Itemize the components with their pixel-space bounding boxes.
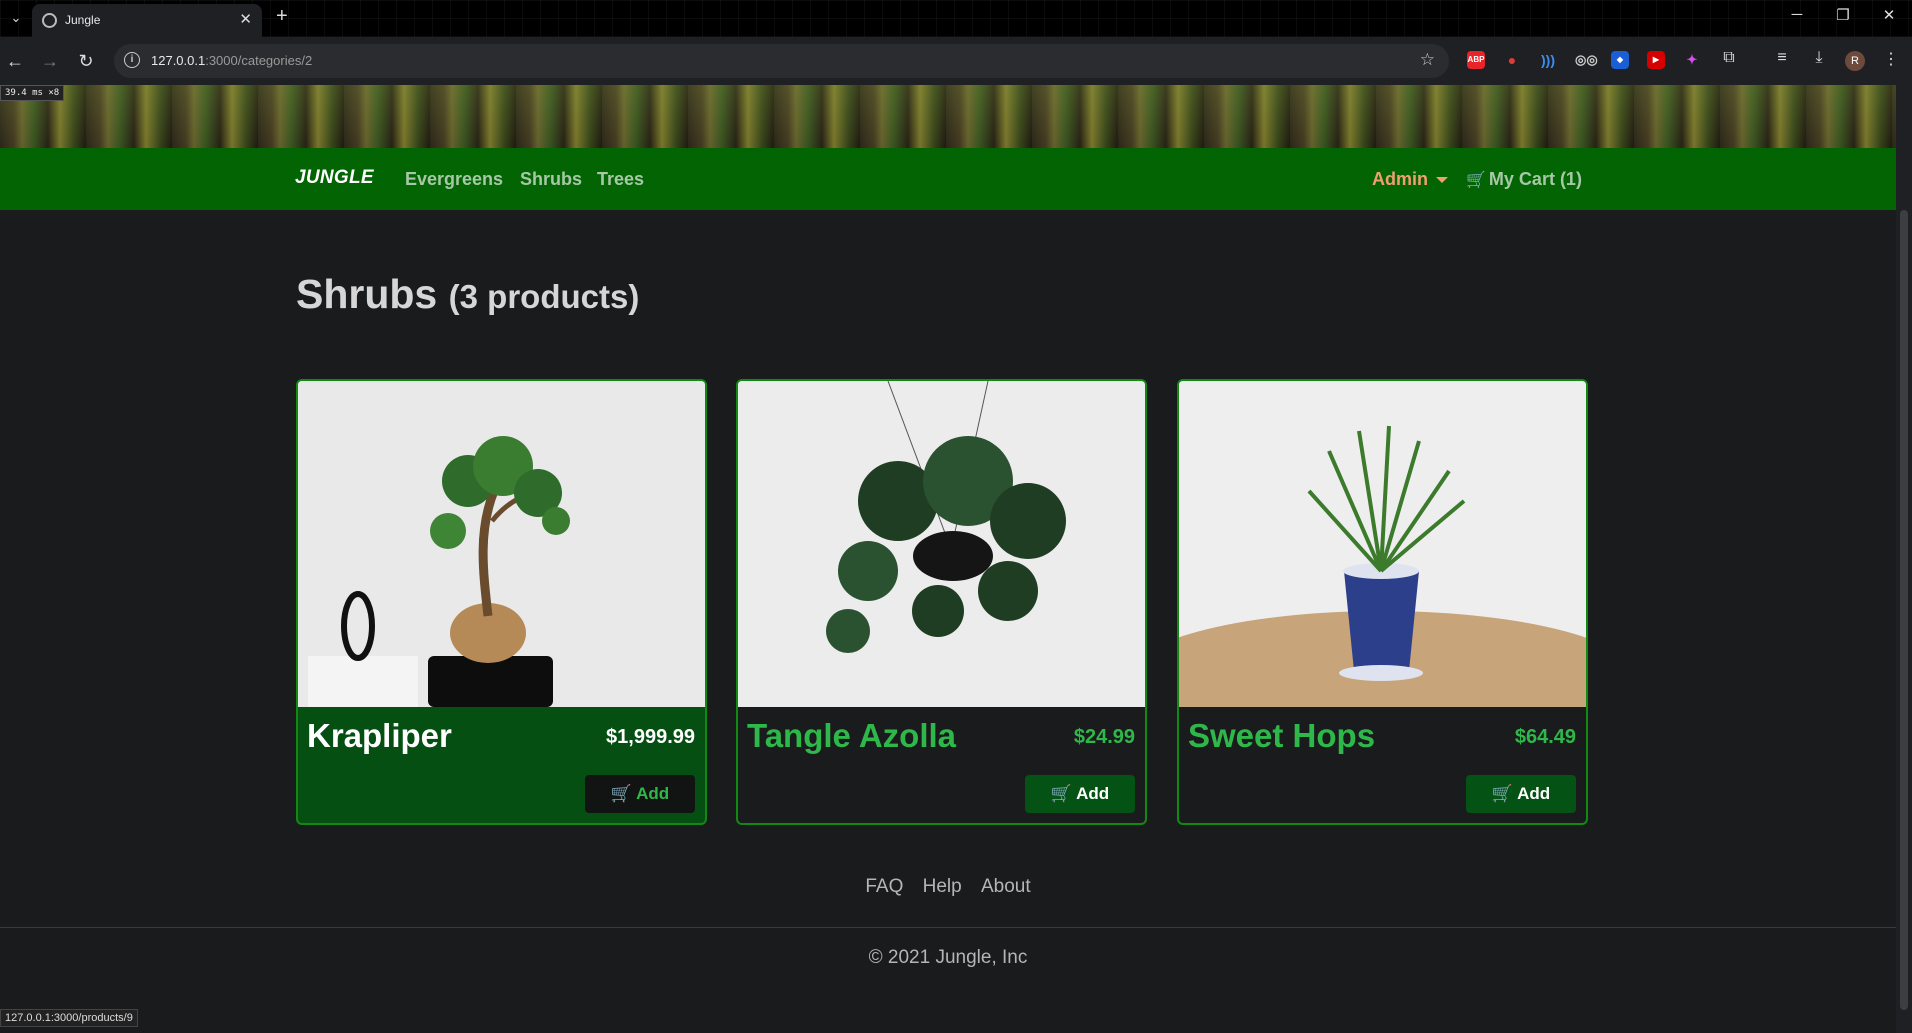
page-scrollbar[interactable] [1896,85,1912,1033]
product-price: $24.99 [1073,726,1135,748]
new-tab-button[interactable]: + [276,5,288,28]
color-picker-icon[interactable]: ✦ [1683,51,1701,69]
shield-extension-icon[interactable]: ◆ [1611,51,1629,69]
add-label: Add [1076,784,1110,803]
add-to-cart-button[interactable]: 🛒 Add [585,775,695,813]
product-card[interactable]: Krapliper $1,999.99 🛒 Add [296,379,707,825]
adblock-icon[interactable]: ● [1503,51,1521,69]
product-name[interactable]: Tangle Azolla [747,717,956,755]
extensions-puzzle-icon[interactable]: ⧉ [1718,49,1740,67]
browser-menu-icon[interactable]: ⋮ [1880,49,1902,69]
product-image-bonsai[interactable] [298,381,705,707]
add-label: Add [636,784,670,803]
profile-avatar[interactable]: R [1845,51,1865,71]
youtube-extension-icon[interactable]: ▶ [1647,51,1665,69]
admin-label: Admin [1372,169,1428,189]
category-name: Shrubs [296,271,438,317]
site-info-icon[interactable]: i [124,52,140,68]
footer-divider [0,927,1896,928]
nav-link-trees[interactable]: Trees [597,169,644,190]
globe-icon [42,13,57,28]
page-title: Shrubs (3 products) [296,271,639,318]
caret-down-icon [1436,177,1448,184]
cart-label: My Cart (1) [1488,169,1582,189]
product-card[interactable]: Sweet Hops $64.49 🛒 Add [1177,379,1588,825]
footer-link-about[interactable]: About [981,876,1031,897]
footer-links: FAQ Help About [0,876,1896,898]
admin-dropdown[interactable]: Admin [1372,169,1448,190]
minimize-button[interactable]: ─ [1782,6,1812,23]
wifi-extension-icon[interactable]: ))) [1539,51,1557,69]
brand-logo[interactable]: JUNGLE [295,167,374,189]
site-navbar: JUNGLE Evergreens Shrubs Trees Admin 🛒 My… [0,148,1896,210]
perf-badge: 39.4 ms ×8 [0,85,65,101]
address-url[interactable]: 127.0.0.1:3000/categories/2 [151,53,312,68]
nav-link-evergreens[interactable]: Evergreens [405,169,503,190]
forest-banner-image [0,85,1896,148]
restore-button[interactable]: ❐ [1828,6,1858,24]
abp-icon[interactable]: ABP [1467,51,1485,69]
tab-search-chevron-icon[interactable]: ⌄ [6,8,26,28]
copyright-text: © 2021 Jungle, Inc [868,947,1028,968]
add-label: Add [1517,784,1551,803]
browser-tab-bar: ⌄ Jungle ✕ + ─ ❐ ✕ [0,0,1912,37]
product-image-potted-palm[interactable] [1179,381,1586,707]
footer-link-faq[interactable]: FAQ [865,876,903,897]
product-image-hanging-plant[interactable] [738,381,1145,707]
glasses-icon[interactable]: ◎◎ [1575,51,1598,69]
browser-toolbar: ← → ↻ i 127.0.0.1:3000/categories/2 ☆ AB… [0,37,1912,85]
my-cart-link[interactable]: 🛒 My Cart (1) [1466,169,1582,190]
browser-tab[interactable]: Jungle ✕ [32,4,262,37]
bookmark-star-icon[interactable]: ☆ [1420,50,1435,70]
web-page: 39.4 ms ×8 JUNGLE Evergreens Shrubs Tree… [0,85,1896,1033]
product-name[interactable]: Sweet Hops [1188,717,1375,755]
add-to-cart-button[interactable]: 🛒 Add [1466,775,1576,813]
shopping-cart-icon: 🛒 [1050,784,1073,803]
reload-button[interactable]: ↻ [74,49,98,73]
nav-link-shrubs[interactable]: Shrubs [520,169,582,190]
forward-button[interactable]: → [38,49,62,73]
shopping-cart-icon: 🛒 [1491,784,1514,803]
product-price: $64.49 [1514,726,1576,748]
product-count: (3 products) [448,278,640,315]
status-bar-url: 127.0.0.1:3000/products/9 [0,1009,138,1027]
product-price: $1,999.99 [606,726,695,748]
footer-link-help[interactable]: Help [923,876,962,897]
close-window-button[interactable]: ✕ [1874,6,1904,24]
scrollbar-thumb[interactable] [1900,210,1908,1010]
address-bar[interactable]: i 127.0.0.1:3000/categories/2 ☆ [114,44,1449,78]
download-icon[interactable]: ⤓ [1808,49,1830,67]
back-button[interactable]: ← [3,49,27,73]
tab-close-icon[interactable]: ✕ [239,10,252,28]
tab-title: Jungle [65,13,101,27]
add-to-cart-button[interactable]: 🛒 Add [1025,775,1135,813]
media-control-icon[interactable]: ≡ [1771,49,1793,67]
shopping-cart-icon: 🛒 [1466,172,1486,189]
shopping-cart-icon: 🛒 [610,784,633,803]
product-name[interactable]: Krapliper [307,717,452,755]
product-card[interactable]: Tangle Azolla $24.99 🛒 Add [736,379,1147,825]
